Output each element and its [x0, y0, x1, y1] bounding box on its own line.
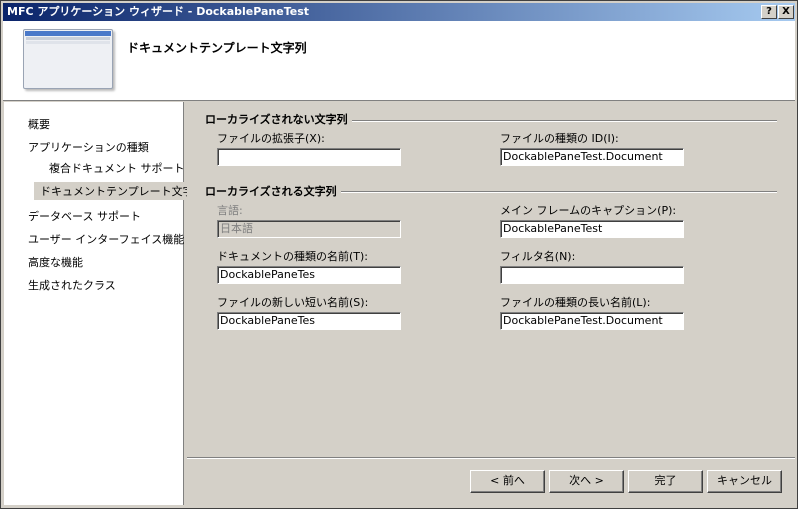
back-button[interactable]: < 前へ — [470, 470, 545, 493]
nav-item-database[interactable]: データベース サポート — [28, 208, 141, 224]
nav-item-generated-classes[interactable]: 生成されたクラス — [28, 277, 116, 293]
nav-item-ui-features[interactable]: ユーザー インターフェイス機能 — [28, 231, 184, 247]
next-button[interactable]: 次へ > — [549, 470, 624, 493]
filetype-id-input[interactable]: DockablePaneTest.Document — [500, 148, 684, 166]
wizard-header: ドキュメントテンプレート文字列 — [3, 21, 795, 101]
app-preview-thumbnail — [23, 29, 113, 89]
nav-item-app-type[interactable]: アプリケーションの種類 — [28, 139, 149, 155]
filter-name-label: フィルタ名(N): — [500, 250, 576, 263]
cancel-button[interactable]: キャンセル — [707, 470, 782, 493]
close-button[interactable]: X — [778, 5, 794, 19]
group-divider — [337, 191, 777, 193]
wizard-nav-panel: 概要 アプリケーションの種類 複合ドキュメント サポート ドキュメントテンプレー… — [4, 102, 211, 505]
extension-input[interactable] — [217, 148, 401, 166]
group-title-localized: ローカライズされる文字列 — [205, 183, 341, 199]
new-short-name-label: ファイルの新しい短い名前(S): — [217, 296, 369, 309]
language-field: 日本語 — [217, 220, 401, 238]
group-title-nonlocalized: ローカライズされない文字列 — [205, 111, 352, 127]
doc-type-name-label: ドキュメントの種類の名前(T): — [217, 250, 369, 263]
nav-item-doc-template[interactable]: ドキュメントテンプレート文字列 — [34, 182, 211, 200]
main-caption-input[interactable]: DockablePaneTest — [500, 220, 684, 238]
filetype-long-name-input[interactable]: DockablePaneTest.Document — [500, 312, 684, 330]
window-title: MFC アプリケーション ウィザード - DockablePaneTest — [7, 5, 310, 18]
footer-divider — [187, 457, 795, 459]
filter-name-input[interactable] — [500, 266, 684, 284]
wizard-content: ローカライズされない文字列 ファイルの拡張子(X): ファイルの種類の ID(I… — [187, 102, 795, 457]
doc-type-name-input[interactable]: DockablePaneTes — [217, 266, 401, 284]
page-title: ドキュメントテンプレート文字列 — [127, 41, 307, 55]
nav-item-overview[interactable]: 概要 — [28, 116, 50, 132]
wizard-window: MFC アプリケーション ウィザード - DockablePaneTest ? … — [0, 0, 798, 509]
finish-button[interactable]: 完了 — [628, 470, 703, 493]
filetype-id-label: ファイルの種類の ID(I): — [500, 132, 619, 145]
title-bar: MFC アプリケーション ウィザード - DockablePaneTest ? … — [3, 3, 795, 21]
language-label: 言語: — [217, 204, 243, 217]
filetype-long-name-label: ファイルの種類の長い名前(L): — [500, 296, 651, 309]
help-button[interactable]: ? — [761, 5, 777, 19]
main-caption-label: メイン フレームのキャプション(P): — [500, 204, 677, 217]
new-short-name-input[interactable]: DockablePaneTes — [217, 312, 401, 330]
nav-item-advanced[interactable]: 高度な機能 — [28, 254, 83, 270]
nav-item-compound-doc[interactable]: 複合ドキュメント サポート — [49, 160, 185, 176]
extension-label: ファイルの拡張子(X): — [217, 132, 325, 145]
group-divider — [347, 120, 777, 122]
